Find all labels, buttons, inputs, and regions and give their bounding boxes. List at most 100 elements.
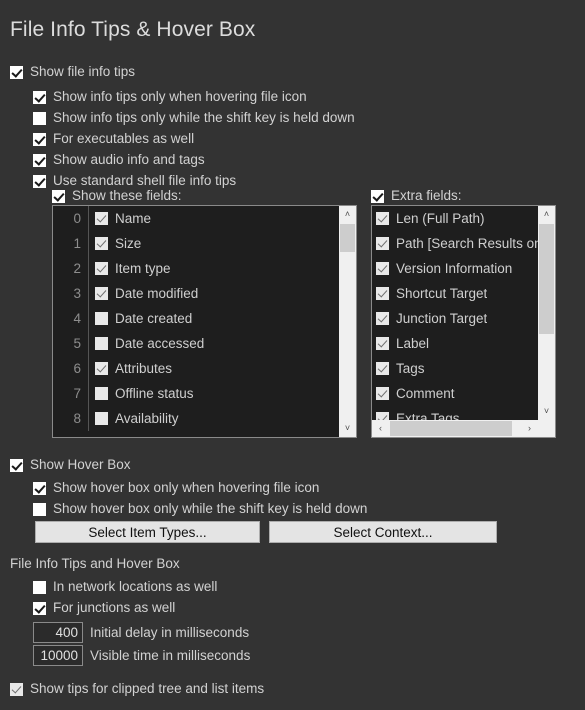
checkbox-indicator[interactable]	[376, 262, 389, 275]
checkbox-indicator[interactable]	[371, 189, 384, 203]
checkbox-indicator[interactable]	[376, 212, 389, 225]
visible-time-input[interactable]: 10000	[33, 645, 83, 666]
checkbox-indicator[interactable]	[33, 174, 46, 188]
list-item[interactable]: Version Information	[372, 256, 538, 281]
checkbox-show-file-info-tips[interactable]: Show file info tips	[10, 63, 135, 81]
checkbox-label: For executables as well	[53, 131, 195, 146]
select-item-types-button[interactable]: Select Item Types...	[35, 521, 260, 543]
scrollbar-thumb[interactable]	[340, 224, 355, 252]
scroll-right-icon[interactable]: ›	[521, 420, 538, 437]
checkbox-indicator[interactable]	[376, 337, 389, 350]
list-item[interactable]: 4 Date created	[53, 306, 339, 331]
checkbox-for-executables[interactable]: For executables as well	[33, 130, 194, 148]
checkbox-indicator[interactable]	[95, 312, 108, 325]
checkbox-indicator[interactable]	[376, 412, 389, 420]
list-item-index: 5	[73, 336, 81, 351]
list-item[interactable]: Shortcut Target	[372, 281, 538, 306]
checkbox-indicator[interactable]	[10, 458, 23, 472]
list-item-label: Shortcut Target	[396, 286, 488, 301]
checkbox-indicator[interactable]	[95, 212, 108, 225]
scrollbar-thumb[interactable]	[539, 224, 554, 334]
checkbox-in-network-locations[interactable]: In network locations as well	[33, 578, 217, 596]
fields-listbox[interactable]: 0 Name 1 Size 2 Item type 3 Date modified 4 Date …	[52, 205, 357, 438]
scroll-down-icon[interactable]: ˅	[339, 420, 356, 437]
visible-time-label: Visible time in milliseconds	[90, 648, 251, 663]
scroll-left-icon[interactable]: ‹	[372, 420, 389, 437]
checkbox-indicator[interactable]	[33, 580, 46, 594]
checkbox-indicator[interactable]	[376, 362, 389, 375]
extra-fields-listbox[interactable]: Len (Full Path) Path [Search Results only…	[371, 205, 556, 438]
checkbox-indicator[interactable]	[10, 682, 23, 696]
list-item[interactable]: 5 Date accessed	[53, 331, 339, 356]
checkbox-indicator[interactable]	[376, 312, 389, 325]
list-item[interactable]: 7 Offline status	[53, 381, 339, 406]
checkbox-extra-fields[interactable]: Extra fields:	[371, 187, 462, 205]
checkbox-indicator[interactable]	[52, 189, 65, 203]
list-item-label: Size	[115, 236, 142, 251]
list-item[interactable]: 6 Attributes	[53, 356, 339, 381]
checkbox-indicator[interactable]	[33, 502, 46, 516]
scroll-up-icon[interactable]: ˄	[339, 206, 356, 223]
list-item-label: Len (Full Path)	[396, 211, 485, 226]
checkbox-show-tips-clipped-items[interactable]: Show tips for clipped tree and list item…	[10, 680, 264, 698]
scroll-up-icon[interactable]: ˄	[538, 206, 555, 223]
checkbox-info-tips-hover-icon[interactable]: Show info tips only when hovering file i…	[33, 88, 307, 106]
list-item-index: 7	[73, 386, 81, 401]
checkbox-indicator[interactable]	[95, 362, 108, 375]
list-item-label: Label	[396, 336, 430, 351]
column-divider	[88, 206, 89, 231]
checkbox-for-junctions[interactable]: For junctions as well	[33, 599, 175, 617]
extra-listbox-hscrollbar[interactable]: ‹ ›	[372, 420, 555, 437]
checkbox-indicator[interactable]	[95, 412, 108, 425]
initial-delay-input[interactable]: 400	[33, 622, 83, 643]
checkbox-info-tips-shift-key[interactable]: Show info tips only while the shift key …	[33, 109, 355, 127]
checkbox-indicator[interactable]	[33, 601, 46, 615]
checkbox-label: For junctions as well	[53, 600, 176, 615]
list-item-label: Availability	[115, 411, 179, 426]
list-item-index: 3	[73, 286, 81, 301]
checkbox-show-audio-info[interactable]: Show audio info and tags	[33, 151, 205, 169]
checkbox-label: Show file info tips	[30, 64, 136, 79]
checkbox-show-these-fields[interactable]: Show these fields:	[52, 187, 182, 205]
checkbox-indicator[interactable]	[95, 287, 108, 300]
checkbox-indicator[interactable]	[95, 387, 108, 400]
list-item[interactable]: Extra Tags	[372, 406, 538, 420]
checkbox-indicator[interactable]	[376, 287, 389, 300]
select-context-button[interactable]: Select Context...	[269, 521, 497, 543]
list-item[interactable]: Path [Search Results only]	[372, 231, 538, 256]
checkbox-label: Show audio info and tags	[53, 152, 205, 167]
list-item-label: Date created	[115, 311, 193, 326]
checkbox-indicator[interactable]	[10, 65, 23, 79]
extra-listbox-vscrollbar[interactable]: ˄ ˅	[538, 206, 555, 420]
checkbox-indicator[interactable]	[33, 111, 46, 125]
checkbox-indicator[interactable]	[95, 262, 108, 275]
list-item[interactable]: 2 Item type	[53, 256, 339, 281]
list-item[interactable]: 8 Availability	[53, 406, 339, 431]
list-item[interactable]: Junction Target	[372, 306, 538, 331]
list-item[interactable]: Tags	[372, 356, 538, 381]
list-item[interactable]: Comment	[372, 381, 538, 406]
checkbox-indicator[interactable]	[376, 237, 389, 250]
checkbox-show-hover-box[interactable]: Show Hover Box	[10, 456, 131, 474]
list-item[interactable]: 3 Date modified	[53, 281, 339, 306]
checkbox-hover-box-hover-icon[interactable]: Show hover box only when hovering file i…	[33, 479, 319, 497]
fields-listbox-vscrollbar[interactable]: ˄ ˅	[339, 206, 356, 437]
list-item-index: 0	[73, 211, 81, 226]
list-item[interactable]: Len (Full Path)	[372, 206, 538, 231]
checkbox-indicator[interactable]	[376, 387, 389, 400]
checkbox-indicator[interactable]	[33, 153, 46, 167]
checkbox-hover-box-shift-key[interactable]: Show hover box only while the shift key …	[33, 500, 367, 518]
checkbox-indicator[interactable]	[33, 90, 46, 104]
checkbox-indicator[interactable]	[33, 481, 46, 495]
list-item[interactable]: 1 Size	[53, 231, 339, 256]
checkbox-indicator[interactable]	[95, 337, 108, 350]
checkbox-indicator[interactable]	[95, 237, 108, 250]
checkbox-label: Show hover box only when hovering file i…	[53, 480, 320, 495]
checkbox-indicator[interactable]	[33, 132, 46, 146]
scrollbar-thumb[interactable]	[390, 421, 512, 436]
list-item[interactable]: Label	[372, 331, 538, 356]
list-item-label: Offline status	[115, 386, 194, 401]
scroll-down-icon[interactable]: ˅	[538, 403, 555, 420]
checkbox-label: Show hover box only while the shift key …	[53, 501, 368, 516]
list-item[interactable]: 0 Name	[53, 206, 339, 231]
